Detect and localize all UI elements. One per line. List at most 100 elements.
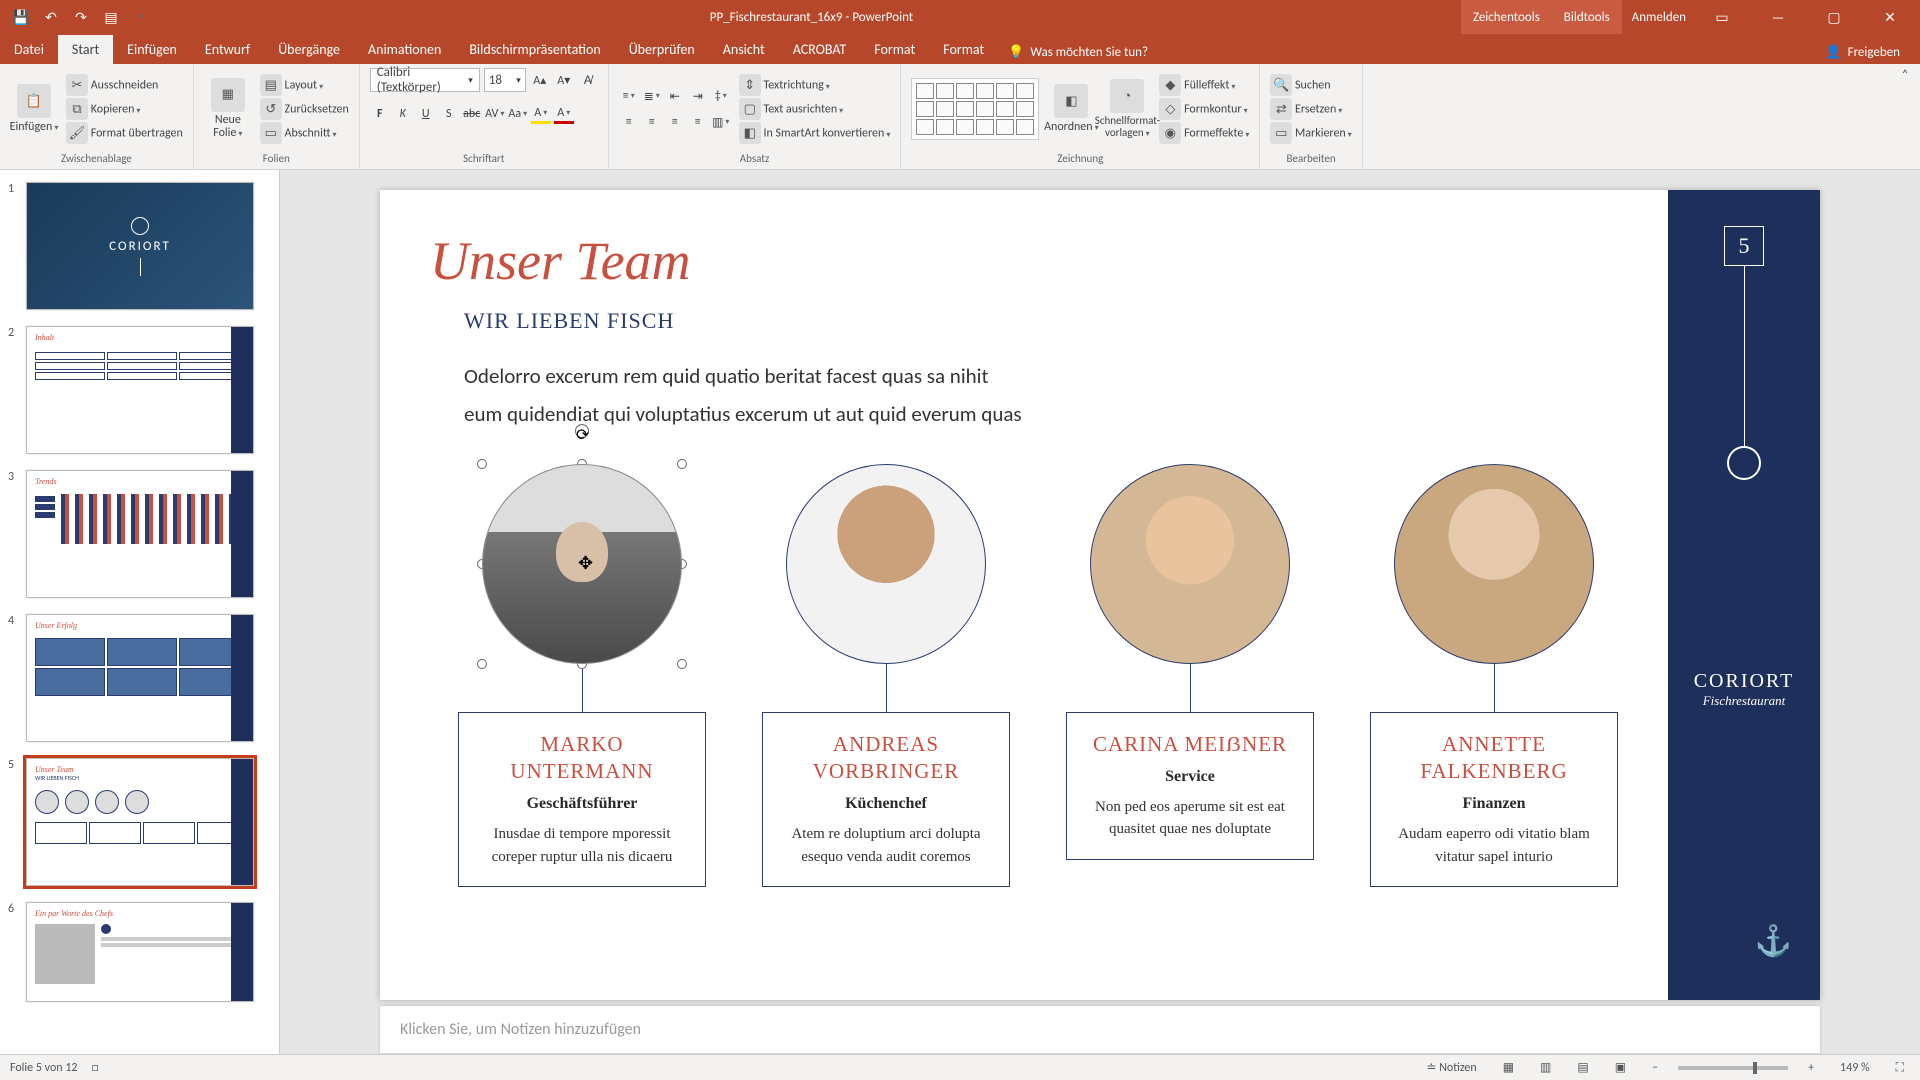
- tab-einfugen[interactable]: Einfügen: [113, 35, 191, 64]
- close-icon[interactable]: ✕: [1870, 2, 1910, 32]
- thumbnail-3[interactable]: Trends: [26, 470, 254, 598]
- arrange-button[interactable]: ◧Anordnen: [1047, 84, 1095, 134]
- tab-ansicht[interactable]: Ansicht: [709, 35, 779, 64]
- tab-start[interactable]: Start: [58, 35, 113, 64]
- view-reading-icon[interactable]: ▤: [1571, 1060, 1594, 1075]
- font-size-select[interactable]: 18▾: [484, 68, 526, 92]
- tab-entwurf[interactable]: Entwurf: [191, 35, 264, 64]
- find-button[interactable]: 🔍 Suchen: [1270, 74, 1351, 96]
- member-card-4[interactable]: ANNETTE FALKENBERG Finanzen Audam eaperr…: [1370, 712, 1618, 888]
- format-painter-button[interactable]: 🖌 Format übertragen: [66, 122, 183, 144]
- slide-editor[interactable]: Unser Team WIR LIEBEN FISCH Odelorro exc…: [280, 170, 1920, 1054]
- tab-acrobat[interactable]: ACROBAT: [779, 35, 861, 64]
- thumbnail-1[interactable]: CORIORT: [26, 182, 254, 310]
- quickstyle-button[interactable]: ◔Schnellformat-vorlagen: [1103, 79, 1151, 139]
- maximize-icon[interactable]: ▢: [1814, 2, 1854, 32]
- rotate-handle-icon[interactable]: ⟳: [575, 424, 589, 438]
- share-button[interactable]: Freigeben: [1848, 45, 1900, 60]
- case-button[interactable]: Aa: [508, 104, 528, 124]
- save-icon[interactable]: 💾: [8, 4, 34, 30]
- member-photo-1[interactable]: [482, 464, 682, 664]
- align-text-button[interactable]: ▢ Text ausrichten: [739, 98, 891, 120]
- slide-description[interactable]: Odelorro excerum rem quid quatio beritat…: [464, 358, 1618, 434]
- fontcolor-button[interactable]: A: [554, 104, 574, 124]
- thumbnail-5[interactable]: Unser TeamWIR LIEBEN FISCH: [26, 758, 254, 886]
- member-card-1[interactable]: MARKO UNTERMANN Geschäftsführer Inusdae …: [458, 712, 706, 888]
- tab-ubergange[interactable]: Übergänge: [264, 35, 354, 64]
- font-name-select[interactable]: Calibri (Textkörper)▾: [370, 68, 480, 92]
- slide-subtitle[interactable]: WIR LIEBEN FISCH: [464, 308, 1618, 334]
- slide-thumbnails[interactable]: 1 CORIORT 2 Inhalt 3 Trends 4 Unser Erfo…: [0, 170, 280, 1054]
- align-center-button[interactable]: ≡: [642, 112, 662, 132]
- bullets-button[interactable]: ≡: [619, 86, 639, 106]
- highlight-button[interactable]: A: [531, 104, 551, 124]
- italic-button[interactable]: K: [393, 104, 413, 124]
- tab-animationen[interactable]: Animationen: [354, 35, 455, 64]
- smartart-button[interactable]: ◧ In SmartArt konvertieren: [739, 122, 891, 144]
- thumbnail-2[interactable]: Inhalt: [26, 326, 254, 454]
- ribbon-display-icon[interactable]: ▭: [1702, 2, 1742, 32]
- select-button[interactable]: ▭ Markieren: [1270, 122, 1351, 144]
- thumbnail-4[interactable]: Unser Erfolg: [26, 614, 254, 742]
- bold-button[interactable]: F: [370, 104, 390, 124]
- paste-button[interactable]: 📋 Einfügen: [10, 84, 58, 134]
- shrink-font-icon[interactable]: A▾: [554, 70, 574, 90]
- view-normal-icon[interactable]: ▦: [1497, 1060, 1520, 1075]
- textdir-button[interactable]: ⇕ Textrichtung: [739, 74, 891, 96]
- copy-button[interactable]: ⧉ Kopieren: [66, 98, 183, 120]
- linespace-button[interactable]: ‡: [711, 86, 731, 106]
- member-photo-4[interactable]: [1394, 464, 1594, 664]
- selected-frame[interactable]: ⟳ ✥: [482, 464, 682, 664]
- collapse-ribbon-icon[interactable]: ˄: [1902, 68, 1908, 82]
- undo-icon[interactable]: ↶: [38, 4, 64, 30]
- fit-window-icon[interactable]: ⛶: [1890, 1061, 1910, 1075]
- cut-button[interactable]: ✂ Ausschneiden: [66, 74, 183, 96]
- grow-font-icon[interactable]: A▴: [530, 70, 550, 90]
- thumbnail-6[interactable]: Ein par Worte des Chefs: [26, 902, 254, 1002]
- minimize-icon[interactable]: —: [1758, 2, 1798, 32]
- context-tab-zeichentools[interactable]: Zeichentools: [1461, 0, 1552, 34]
- tab-bildschirm[interactable]: Bildschirmpräsentation: [455, 35, 614, 64]
- slide-canvas[interactable]: Unser Team WIR LIEBEN FISCH Odelorro exc…: [380, 190, 1820, 1000]
- tab-uberprufen[interactable]: Überprüfen: [615, 35, 709, 64]
- view-sorter-icon[interactable]: ▥: [1534, 1060, 1557, 1075]
- underline-button[interactable]: U: [416, 104, 436, 124]
- notes-pane[interactable]: Klicken Sie, um Notizen hinzuzufügen: [380, 1006, 1820, 1053]
- indent-button[interactable]: ⇥: [688, 86, 708, 106]
- new-slide-button[interactable]: ▦ Neue Folie: [204, 78, 252, 140]
- slide-counter[interactable]: Folie 5 von 12: [10, 1061, 77, 1075]
- tab-datei[interactable]: Datei: [0, 35, 58, 64]
- context-tab-bildtools[interactable]: Bildtools: [1552, 0, 1622, 34]
- member-card-3[interactable]: CARINA MEIẞNER Service Non ped eos aperu…: [1066, 712, 1314, 860]
- view-slideshow-icon[interactable]: ▣: [1609, 1060, 1632, 1075]
- dedent-button[interactable]: ⇤: [665, 86, 685, 106]
- notes-button[interactable]: ≐ Notizen: [1420, 1060, 1482, 1075]
- numbering-button[interactable]: ≣: [642, 86, 662, 106]
- qat-more-icon[interactable]: [128, 4, 154, 30]
- member-card-2[interactable]: ANDREAS VORBRINGER Küchenchef Atem re do…: [762, 712, 1010, 888]
- fill-button[interactable]: ◆ Fülleffekt: [1159, 74, 1249, 96]
- align-right-button[interactable]: ≡: [665, 112, 685, 132]
- layout-button[interactable]: ▤ Layout: [260, 74, 349, 96]
- shadow-button[interactable]: S: [439, 104, 459, 124]
- shapes-gallery[interactable]: [911, 78, 1039, 140]
- slide-title[interactable]: Unser Team: [430, 230, 1618, 292]
- spacing-button[interactable]: AV: [485, 104, 505, 124]
- strike-button[interactable]: abc: [462, 104, 482, 124]
- zoom-out-button[interactable]: −: [1646, 1061, 1664, 1075]
- redo-icon[interactable]: ↷: [68, 4, 94, 30]
- spellcheck-icon[interactable]: □: [91, 1061, 98, 1075]
- align-left-button[interactable]: ≡: [619, 112, 639, 132]
- clear-format-icon[interactable]: A̸: [578, 70, 598, 90]
- zoom-in-button[interactable]: +: [1802, 1061, 1820, 1075]
- replace-button[interactable]: ⇄ Ersetzen: [1270, 98, 1351, 120]
- login-link[interactable]: Anmelden: [1632, 10, 1686, 25]
- zoom-slider[interactable]: [1678, 1066, 1788, 1070]
- reset-button[interactable]: ↺ Zurücksetzen: [260, 98, 349, 120]
- member-photo-2[interactable]: [786, 464, 986, 664]
- effects-button[interactable]: ◉ Formeffekte: [1159, 122, 1249, 144]
- zoom-label[interactable]: 149 %: [1834, 1061, 1876, 1075]
- tab-format1[interactable]: Format: [860, 35, 929, 64]
- slideshow-icon[interactable]: ▤: [98, 4, 124, 30]
- account-icon[interactable]: 👤: [1825, 45, 1841, 60]
